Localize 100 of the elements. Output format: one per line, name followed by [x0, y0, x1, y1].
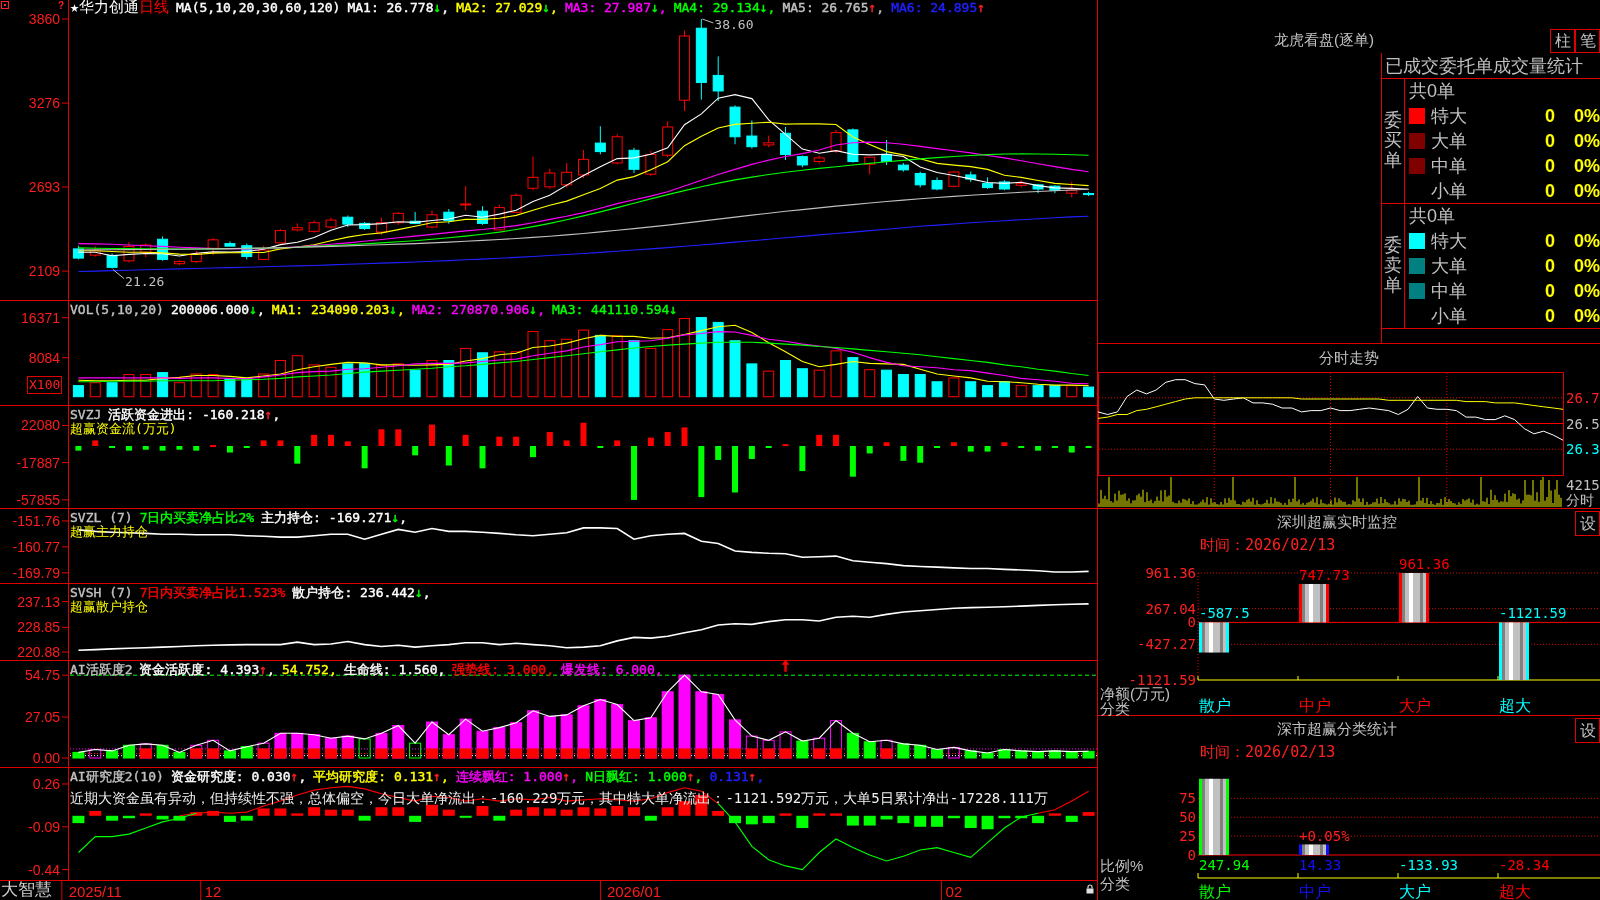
axis-tick-label: 2109	[28, 263, 60, 280]
axis-caption: 分类	[1100, 874, 1130, 892]
volume-max-label: 4215	[1566, 477, 1600, 493]
legend-readout: MA2: 27.029↓,	[456, 0, 558, 15]
axis-tick-label: 228.85	[17, 619, 60, 636]
legend-readout: SVSH (7)	[70, 585, 133, 600]
stock-title: ★华力创通	[70, 0, 140, 15]
category-amount-label: 14.33	[1299, 857, 1342, 873]
legend-readout: MA(5,10,20,30,60,120)	[176, 0, 341, 15]
order-count: 0	[1545, 254, 1555, 277]
axis-tick-label: -169.79	[12, 564, 60, 581]
legend-readout: MA4: 29.134↓,	[673, 0, 776, 15]
legend-readout: MA5: 26.765↑,	[782, 0, 885, 15]
axis-tick-label: 8084	[28, 349, 60, 366]
panel-title: 龙虎看盘(逐单)	[1274, 31, 1374, 50]
legend-readout: 0.131↑,	[709, 769, 765, 784]
axis-tick-label: 54.75	[24, 667, 60, 684]
timestamp-label: 时间：2026/02/13	[1200, 743, 1336, 761]
panel-title: 分时走势	[1319, 348, 1379, 368]
bar-note-label: +0.05%	[1299, 828, 1350, 845]
order-total: 共0单	[1408, 205, 1455, 228]
order-size-label: 特大	[1431, 104, 1467, 127]
category-label: 中户	[1299, 696, 1331, 714]
order-percent: 0%	[1574, 304, 1600, 327]
legend-readout: VOL(5,10,20)	[70, 302, 164, 317]
axis-tick-label: 0.00	[32, 750, 60, 766]
legend-readout: AI活跃度2	[70, 662, 133, 677]
legend-readout: MA1: 234090.203↓,	[271, 302, 405, 317]
axis-tick-label: -160.77	[12, 538, 60, 555]
indicator-subtitle: 超赢散户持仓	[70, 599, 148, 614]
legend-readout: 散户持仓: 236.442↓,	[292, 585, 431, 600]
category-amount-label: -28.34	[1499, 857, 1550, 873]
legend-readout: SVZJ	[70, 407, 102, 422]
panel-title: 深圳超赢实时监控	[1276, 512, 1397, 532]
category-label: 散户	[1199, 882, 1231, 900]
date-axis-label: 2026/01	[606, 882, 662, 900]
axis-tick-label: 75	[1179, 790, 1196, 807]
axis-tick-label: 267.04	[1145, 600, 1196, 617]
axis-tick-label: 237.13	[17, 593, 60, 610]
axis-tick-label: 220.88	[17, 644, 60, 661]
legend-readout: SVZL (7)	[70, 510, 133, 525]
axis-tick-label: 961.36	[1145, 565, 1196, 581]
axis-tick-label: 50	[1179, 809, 1196, 826]
order-size-label: 特大	[1431, 229, 1467, 252]
category-label: 中户	[1299, 882, 1331, 900]
order-count: 0	[1545, 104, 1555, 127]
axis-tick-label: 3276	[28, 95, 60, 112]
legend-readout: 54.752,	[281, 662, 337, 677]
order-count: 0	[1545, 129, 1555, 152]
category-label: 大户	[1399, 696, 1431, 714]
category-label: 散户	[1199, 696, 1231, 714]
panel-title: 深市超赢分类统计	[1276, 719, 1397, 739]
order-percent: 0%	[1574, 129, 1600, 152]
order-size-label: 中单	[1431, 279, 1467, 302]
order-percent: 0%	[1574, 229, 1600, 252]
legend-readout: 主力持仓: -169.271↓,	[261, 510, 408, 525]
stock-title: 日线	[139, 0, 170, 15]
group-label: 委卖单	[1384, 236, 1402, 296]
legend-readout: 强势线: 3.000,	[452, 662, 554, 677]
legend-readout: 活跃资金进出: -160.218↑,	[108, 407, 281, 422]
bar-value-label: -1121.59	[1499, 605, 1567, 622]
order-percent: 0%	[1574, 279, 1600, 302]
axis-tick-label: 22080	[21, 417, 60, 434]
legend-readout: N日飘红: 1.000↑,	[585, 769, 703, 784]
axis-tick-label: 0	[1187, 614, 1196, 631]
legend-readout: MA6: 24.895↑	[891, 0, 986, 15]
axis-tick-label: -17887	[16, 454, 60, 471]
order-total: 共0单	[1408, 80, 1455, 103]
price-label: 38.60	[714, 16, 754, 32]
order-count: 0	[1545, 179, 1555, 202]
legend-readout: 7日内买卖净占比2%	[139, 510, 255, 525]
category-amount-label: -133.93	[1399, 857, 1458, 873]
date-axis-label: 02	[945, 882, 963, 900]
order-count: 0	[1545, 229, 1555, 252]
order-count: 0	[1545, 304, 1555, 327]
axis-tick-label: -151.76	[12, 512, 60, 529]
axis-tick-label: 16371	[21, 309, 60, 326]
order-count: 0	[1545, 279, 1555, 302]
legend-readout: MA3: 441110.594↓	[552, 302, 678, 317]
indicator-subtitle: 超赢资金流(万元)	[70, 421, 177, 436]
category-label: 超大	[1499, 696, 1531, 714]
order-percent: 0%	[1574, 179, 1600, 202]
legend-readout: MA3: 27.987↓,	[564, 0, 667, 15]
axis-tick-label: 0.26	[32, 776, 60, 792]
legend-readout: AI研究度2(10)	[70, 769, 164, 784]
order-percent: 0%	[1574, 254, 1600, 277]
legend-readout: 7日内买卖净占比1.523%	[139, 585, 286, 600]
axis-tick-label: -0.09	[28, 818, 60, 835]
legend-readout: 平均研究度: 0.131↑,	[313, 769, 449, 784]
price-tick-label: 26.5	[1566, 415, 1600, 432]
bar-value-label: 747.73	[1299, 566, 1350, 583]
legend-readout: 生命线: 1.560,	[343, 662, 446, 677]
axis-tick-label: 2693	[28, 179, 60, 195]
legend-readout: 爆发线: 6.000,	[561, 662, 663, 677]
legend-readout: 200006.000↓,	[170, 302, 265, 317]
axis-caption: 比例%	[1100, 856, 1144, 874]
bar-value-label: 961.36	[1399, 556, 1450, 572]
unit-label: X100	[27, 376, 63, 394]
category-label: 大户	[1399, 882, 1431, 900]
axis-caption: 分类	[1100, 699, 1130, 717]
